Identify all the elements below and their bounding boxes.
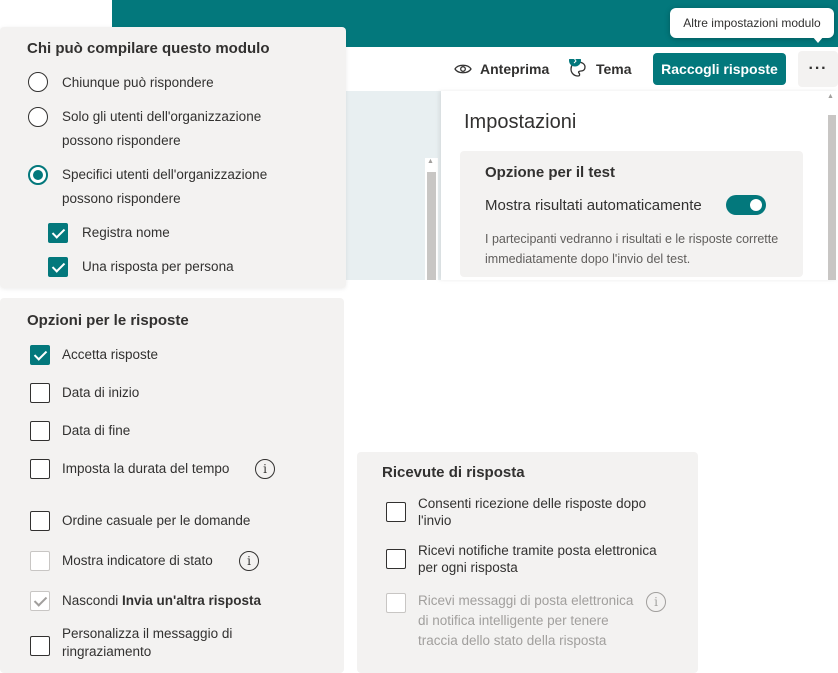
radio-anyone-label: Chiunque può rispondere <box>62 75 214 90</box>
radio-org-only-label-line2: possono rispondere <box>62 133 181 148</box>
allow-receipt-checkbox[interactable] <box>386 502 406 522</box>
radio-org-only[interactable] <box>28 107 48 127</box>
record-name-checkbox[interactable] <box>48 223 68 243</box>
end-date-label: Data di fine <box>62 423 131 438</box>
theme-button[interactable]: Tema <box>568 47 632 91</box>
scrollbar-thumb[interactable] <box>828 115 836 280</box>
progress-bar-label: Mostra indicatore di stato <box>62 553 213 568</box>
start-date-checkbox[interactable] <box>30 383 50 403</box>
toggle-knob <box>750 199 762 211</box>
smart-notification-checkbox[interactable] <box>386 593 406 613</box>
who-can-fill-panel: Chi può compilare questo modulo Chiunque… <box>0 27 346 288</box>
eye-icon <box>454 64 472 74</box>
thank-you-message-checkbox[interactable] <box>30 636 50 656</box>
response-receipts-title: Ricevute di risposta <box>382 464 525 481</box>
who-can-fill-title: Chi può compilare questo modulo <box>27 40 270 57</box>
time-limit-label: Imposta la durata del tempo <box>62 461 230 476</box>
response-receipts-panel: Ricevute di risposta Consenti ricezione … <box>357 452 698 673</box>
hide-prefix: Nascondi <box>62 593 123 608</box>
canvas-scrollbar[interactable]: ▲ <box>425 158 438 280</box>
thank-you-label-line1: Personalizza il messaggio di <box>62 626 233 641</box>
info-icon[interactable]: i <box>646 592 666 612</box>
shuffle-questions-label: Ordine casuale per le domande <box>62 513 251 528</box>
settings-scrollbar[interactable]: ▲ <box>825 91 838 280</box>
shuffle-questions-checkbox[interactable] <box>30 511 50 531</box>
radio-anyone[interactable] <box>28 72 48 92</box>
end-date-checkbox[interactable] <box>30 421 50 441</box>
start-date-label: Data di inizio <box>62 385 140 400</box>
show-results-toggle[interactable] <box>726 195 766 215</box>
radio-specific-users[interactable] <box>28 165 48 185</box>
preview-button[interactable]: Anteprima <box>454 47 549 91</box>
more-options-button[interactable]: ··· <box>798 51 838 87</box>
accept-responses-checkbox[interactable] <box>30 345 50 365</box>
email-notification-label-line1: Ricevi notifiche tramite posta elettroni… <box>418 543 657 558</box>
thank-you-label-line2: ringraziamento <box>62 644 152 659</box>
progress-bar-checkbox[interactable] <box>30 551 50 571</box>
show-results-description: I partecipanti vedranno i risultati e le… <box>485 232 779 266</box>
allow-receipt-label-line2: l'invio <box>418 513 452 528</box>
time-limit-checkbox[interactable] <box>30 459 50 479</box>
smart-notification-label-line2: di notifica intelligente per tenere <box>418 613 609 628</box>
test-option-title: Opzione per il test <box>485 164 616 181</box>
email-notification-checkbox[interactable] <box>386 549 406 569</box>
accept-responses-label: Accetta risposte <box>62 347 159 362</box>
test-option-card: Opzione per il test Mostra risultati aut… <box>460 151 803 277</box>
hide-submit-another-label: Nascondi Invia un'altra risposta <box>62 589 261 613</box>
hide-bold-text: Invia un'altra risposta <box>122 593 262 608</box>
show-results-label: Mostra risultati automaticamente <box>485 197 702 214</box>
radio-org-only-label-line1: Solo gli utenti dell'organizzazione <box>62 109 262 124</box>
palette-icon <box>569 59 586 77</box>
more-settings-tooltip: Altre impostazioni modulo <box>670 8 834 38</box>
collect-responses-button[interactable]: Raccogli risposte <box>653 53 786 85</box>
response-options-panel: Opzioni per le risposte Accetta risposte… <box>0 298 344 673</box>
settings-pane: Impostazioni Opzione per il test Mostra … <box>441 91 838 280</box>
one-response-checkbox[interactable] <box>48 257 68 277</box>
scroll-up-arrow[interactable]: ▲ <box>427 158 434 165</box>
response-options-title: Opzioni per le risposte <box>27 312 189 329</box>
email-notification-label-line2: per ogni risposta <box>418 560 518 575</box>
smart-notification-label-line1: Ricevi messaggi di posta elettronica <box>418 593 634 608</box>
preview-label: Anteprima <box>480 61 550 77</box>
allow-receipt-label-line1: Consenti ricezione delle risposte dopo <box>418 496 647 511</box>
scroll-up-arrow[interactable]: ▲ <box>827 93 834 100</box>
radio-specific-users-label-line1: Specifici utenti dell'organizzazione <box>62 167 268 182</box>
info-icon[interactable]: i <box>255 459 275 479</box>
record-name-label: Registra nome <box>82 225 170 240</box>
hide-submit-another-checkbox[interactable] <box>30 591 50 611</box>
smart-notification-label-line3: traccia dello stato della risposta <box>418 633 607 648</box>
toolbar: Anteprima Tema Raccogli risposte ··· <box>346 47 838 91</box>
settings-title: Impostazioni <box>464 111 577 133</box>
info-icon[interactable]: i <box>239 551 259 571</box>
radio-specific-users-label-line2: possono rispondere <box>62 191 181 206</box>
theme-label: Tema <box>596 61 632 77</box>
one-response-label: Una risposta per persona <box>82 259 234 274</box>
tooltip-arrow <box>812 36 824 43</box>
scrollbar-thumb[interactable] <box>427 172 436 280</box>
